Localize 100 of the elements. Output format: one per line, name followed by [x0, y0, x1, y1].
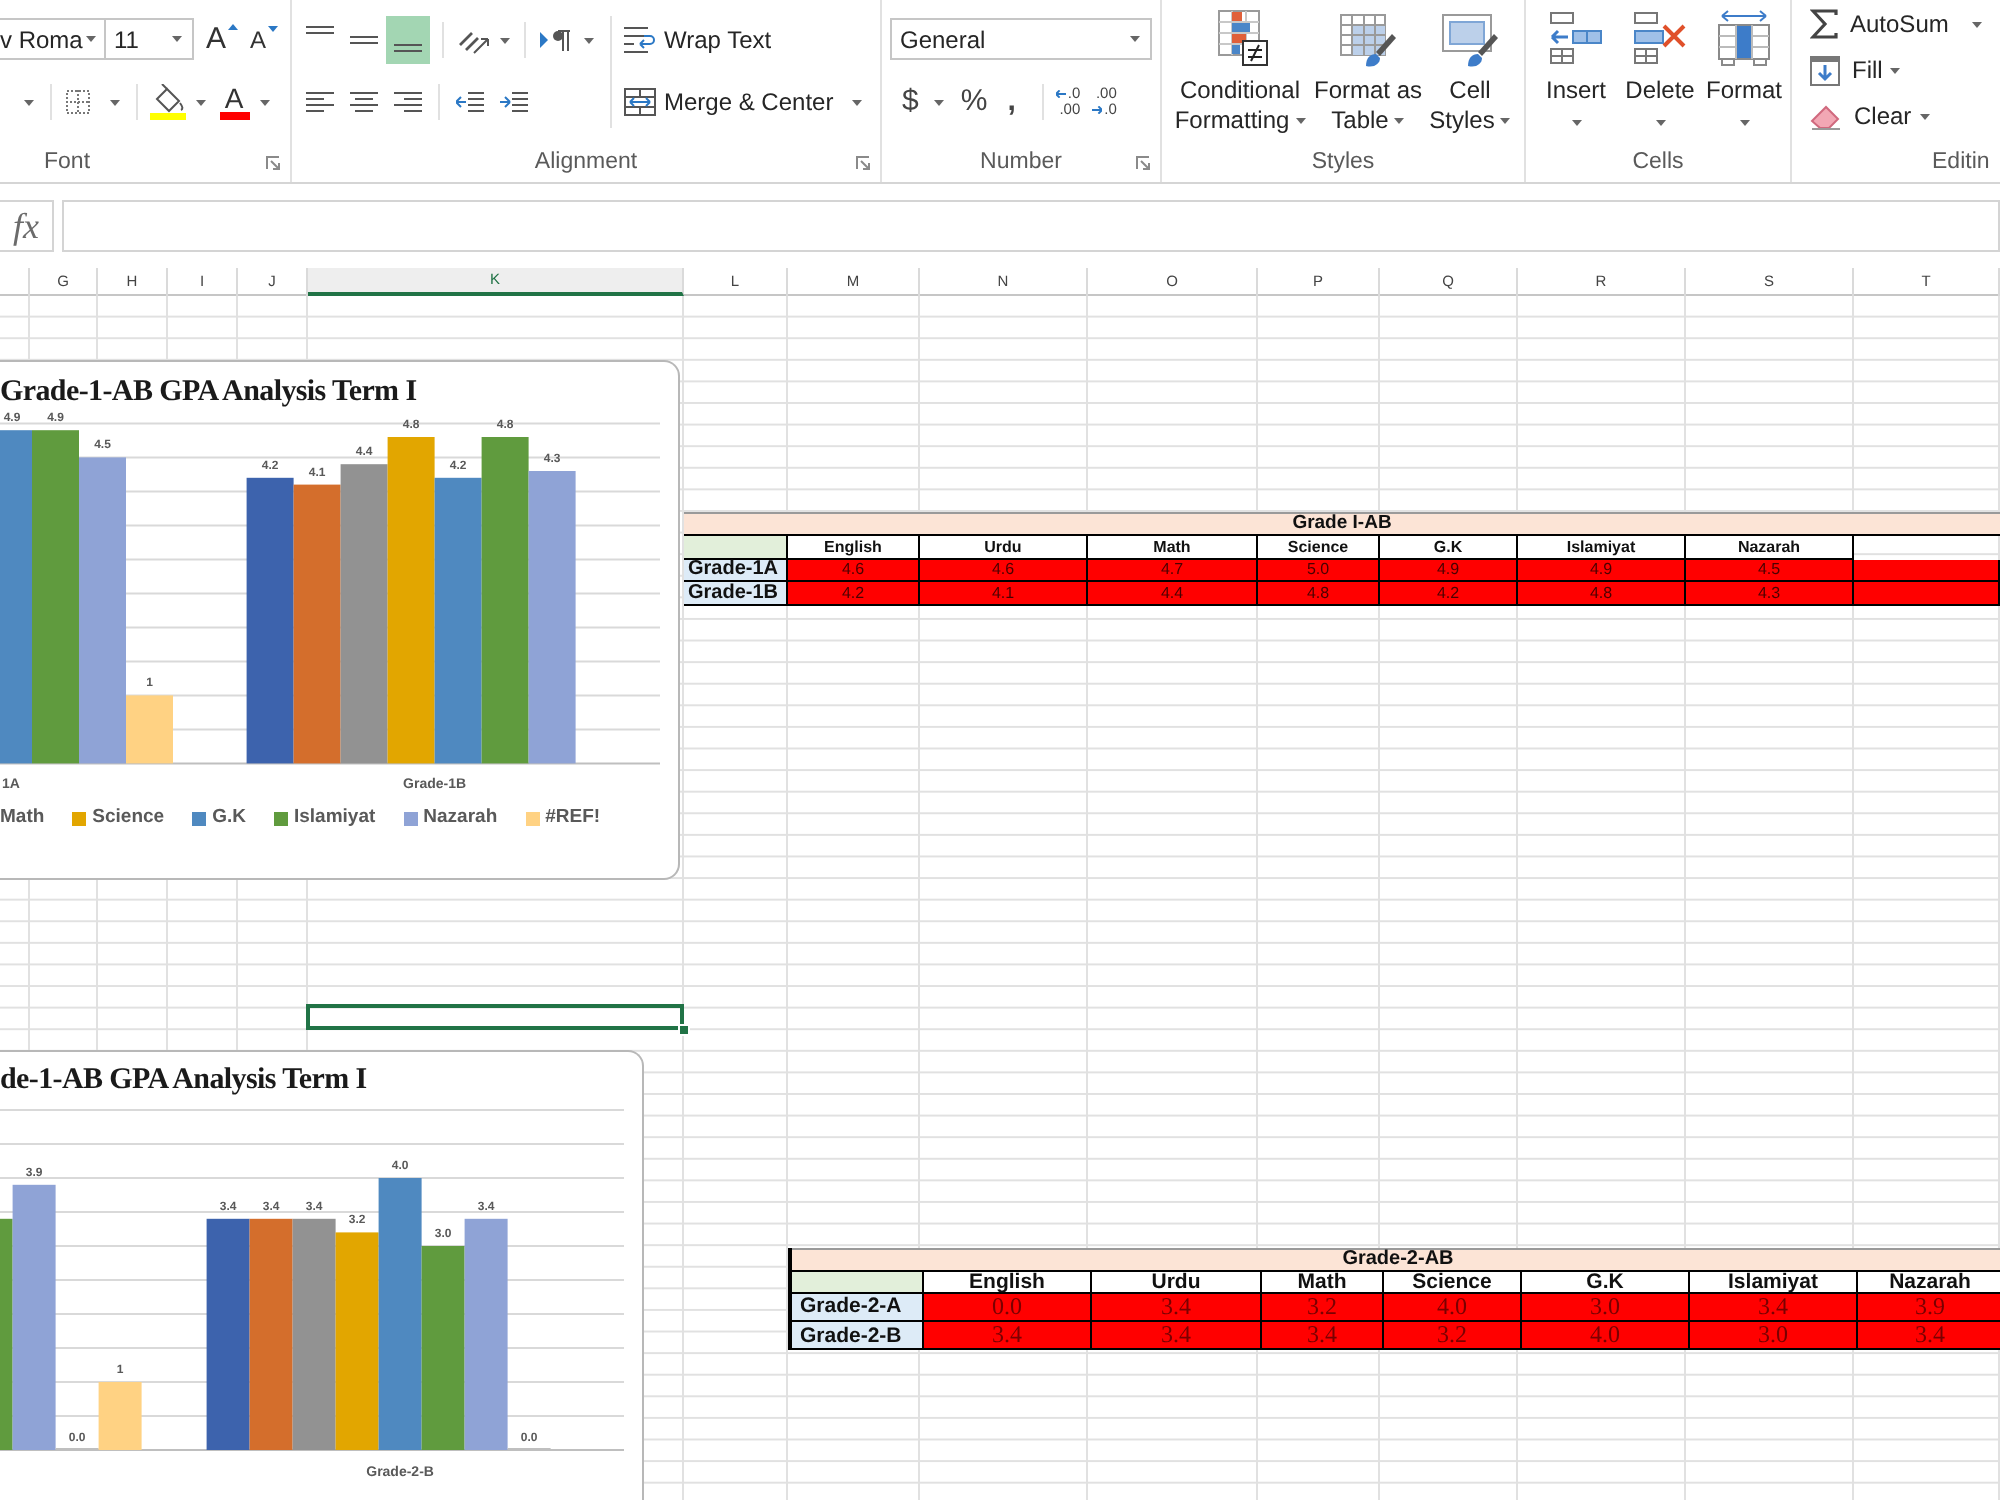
font-size-field[interactable]: 11	[106, 18, 194, 60]
caret-icon[interactable]	[86, 36, 96, 42]
wrap-text-icon	[624, 26, 656, 54]
table-cell: 4.3	[1686, 582, 1854, 605]
legend-label: G.K	[212, 806, 246, 830]
number-format-field[interactable]: General	[890, 18, 1152, 60]
table-cell: 4.2	[1380, 582, 1518, 605]
color-swatch-icon	[219, 112, 249, 120]
eraser-icon	[1810, 102, 1842, 130]
formula-input[interactable]	[62, 200, 2000, 252]
legend-label: Math	[0, 806, 45, 830]
caret-icon	[1739, 120, 1749, 126]
caret-icon[interactable]	[851, 99, 862, 105]
table-cell: 4.6	[920, 559, 1088, 582]
merge-center-button[interactable]: Merge & Center	[624, 88, 834, 116]
table-cell: 3.4	[1690, 1293, 1858, 1322]
format-cells-icon	[1716, 10, 1772, 66]
caret-icon[interactable]	[1130, 36, 1140, 42]
font-color-button[interactable]: A	[218, 84, 250, 120]
table-header-cell: Science	[1384, 1271, 1522, 1293]
caret-icon[interactable]	[934, 99, 945, 105]
dialog-launcher-icon[interactable]	[266, 155, 280, 169]
format-as-table-button[interactable]: Format as Table	[1312, 0, 1424, 142]
insert-function-button[interactable]: fx	[0, 200, 54, 252]
table-header-cell: Urdu	[1092, 1271, 1262, 1293]
table-cell: 4.0	[1522, 1322, 1690, 1350]
clear-button[interactable]: Clear	[1792, 94, 1930, 138]
group-label: Cells	[1632, 150, 1684, 174]
align-bottom-button[interactable]	[386, 16, 430, 64]
caret-icon	[268, 26, 279, 32]
cell-styles-button[interactable]: Cell Styles	[1426, 0, 1514, 142]
wrap-text-button[interactable]: Wrap Text	[624, 26, 772, 54]
caret-icon[interactable]	[110, 99, 120, 105]
align-right-icon	[394, 92, 422, 112]
table-header-cell: English	[924, 1271, 1092, 1293]
legend-label: #REF!	[545, 806, 601, 830]
align-left-icon	[306, 92, 334, 112]
comma-button[interactable]: ,	[1007, 82, 1016, 122]
dialog-launcher-icon[interactable]	[856, 155, 870, 169]
row-label: Grade-2-B	[792, 1322, 924, 1350]
table-cell: 3.4	[1092, 1293, 1262, 1322]
arrow-right-icon	[1092, 106, 1103, 114]
table-cell: 5.0	[1258, 559, 1380, 582]
table-cell: 3.9	[1858, 1293, 2000, 1322]
caret-icon[interactable]	[196, 99, 206, 105]
legend-label: Science	[92, 806, 165, 830]
cell-brush-icon	[1440, 8, 1500, 68]
chart-title: Grade-1-AB GPA Analysis Term I	[0, 374, 417, 410]
align-center-icon	[350, 92, 378, 112]
table-header-cell: Islamiyat	[1518, 535, 1686, 559]
table-header-cell: Science	[1258, 535, 1380, 559]
delete-button[interactable]: Delete	[1618, 0, 1702, 142]
fill-button[interactable]: Fill	[1792, 48, 1901, 92]
font-name-field[interactable]: v Roma	[0, 18, 106, 60]
format-button[interactable]: Format	[1702, 0, 1786, 142]
caret-icon[interactable]	[172, 36, 182, 42]
decrease-indent-icon[interactable]	[456, 92, 484, 112]
table-cell: 3.4	[1858, 1322, 2000, 1350]
merge-cells-icon	[624, 88, 656, 116]
table-header-cell: Nazarah	[1686, 535, 1854, 559]
fill-down-icon	[1810, 55, 1840, 85]
currency-button[interactable]: $	[902, 82, 919, 122]
sigma-icon	[1810, 8, 1838, 40]
fill-color-icon[interactable]	[150, 84, 186, 120]
insert-button[interactable]: Insert	[1534, 0, 1618, 142]
legend-label: Nazarah	[423, 806, 498, 830]
table-cell: 4.9	[1380, 559, 1518, 582]
grow-font-button[interactable]: A	[206, 22, 239, 56]
borders-icon[interactable]	[66, 90, 90, 114]
table-cell: 4.6	[788, 559, 920, 582]
align-middle-icon	[350, 36, 378, 44]
table-header-cell: G.K	[1522, 1271, 1690, 1293]
table-cell: 4.7	[1088, 559, 1258, 582]
caret-icon[interactable]	[24, 99, 34, 105]
table-title: Grade-2-AB	[792, 1247, 2000, 1271]
caret-icon[interactable]	[500, 37, 510, 43]
caret-icon	[1394, 118, 1405, 124]
caret-icon	[1571, 120, 1581, 126]
align-bottom-icon	[394, 44, 422, 52]
table-cell: 3.2	[1384, 1322, 1522, 1350]
conditional-formatting-button[interactable]: Conditional Formatting	[1170, 0, 1310, 142]
table-cell: 4.8	[1518, 582, 1686, 605]
caret-icon	[1655, 120, 1665, 126]
caret-icon	[1295, 118, 1306, 124]
autosum-button[interactable]: AutoSum	[1792, 2, 1983, 46]
dialog-launcher-icon[interactable]	[1136, 155, 1150, 169]
caret-icon[interactable]	[584, 37, 594, 43]
group-label: Editin	[1932, 150, 1990, 174]
group-label: Styles	[1311, 150, 1375, 174]
fill-handle[interactable]	[678, 1024, 690, 1036]
increase-indent-icon[interactable]	[500, 92, 528, 112]
arrow-left-icon	[1055, 90, 1066, 98]
table-cell: 3.4	[1262, 1322, 1384, 1350]
shrink-font-button[interactable]: A	[250, 24, 279, 58]
text-direction-icon[interactable]	[540, 28, 572, 52]
insert-cells-icon	[1548, 10, 1604, 66]
chart-title: de-1-AB GPA Analysis Term I	[0, 1062, 367, 1098]
table-cell: 4.4	[1088, 582, 1258, 605]
caret-icon[interactable]	[260, 99, 270, 105]
percent-button[interactable]: %	[960, 82, 988, 122]
